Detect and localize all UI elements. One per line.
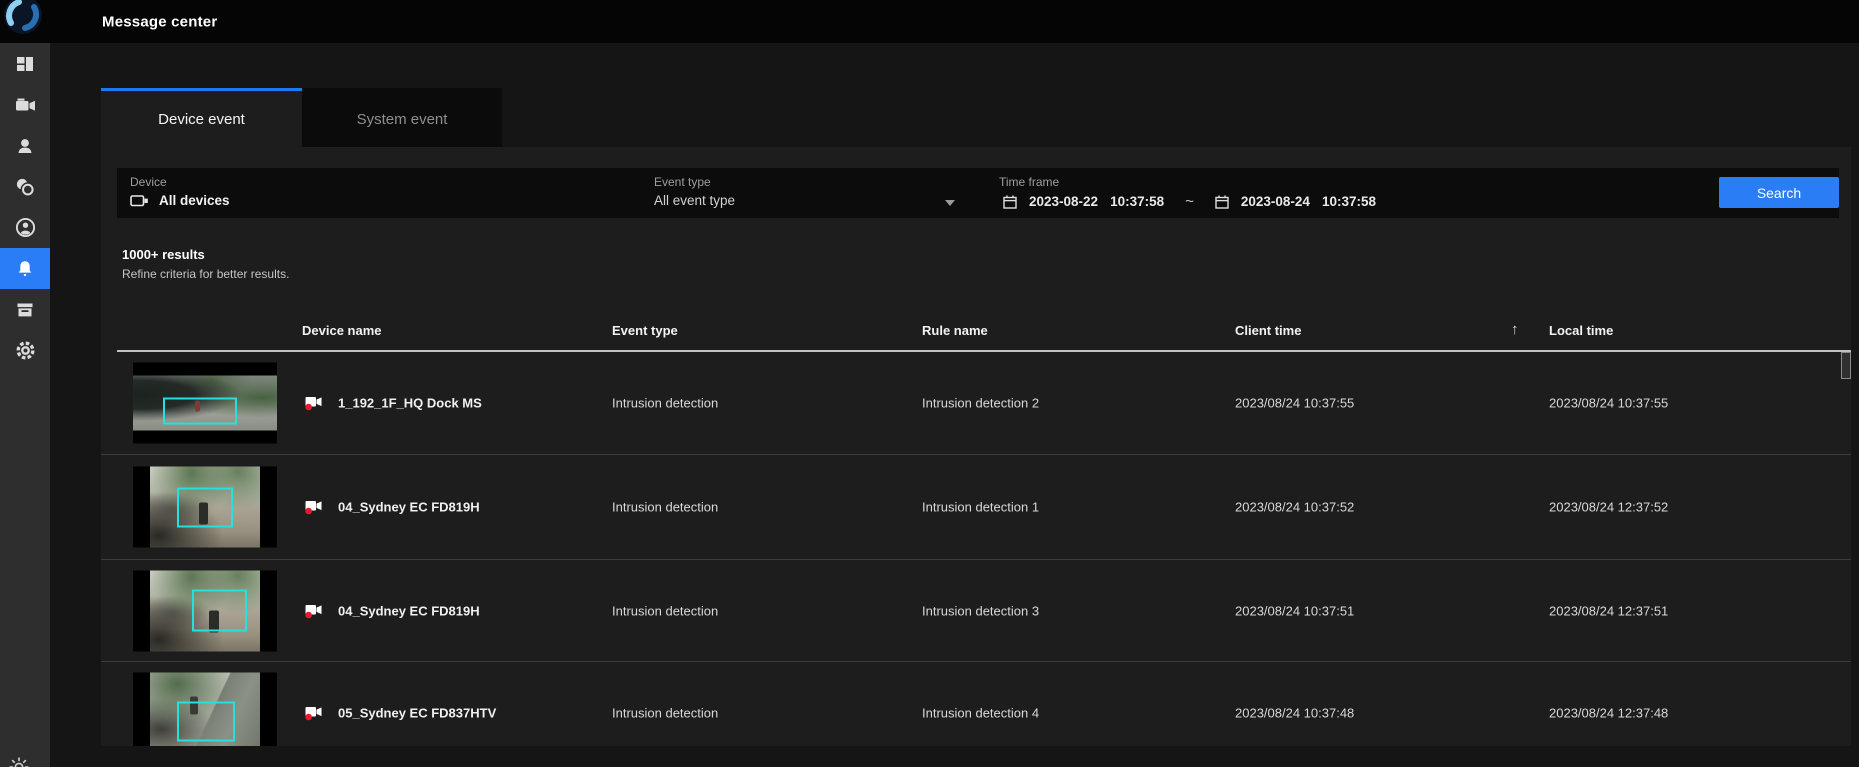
sidebar-nav: [0, 43, 50, 767]
event-type-cell: Intrusion detection: [612, 603, 718, 618]
local-time-cell: 2023/08/24 10:37:55: [1549, 396, 1668, 411]
client-time-cell: 2023/08/24 10:37:51: [1235, 603, 1354, 618]
results-summary: 1000+ results Refine criteria for better…: [122, 247, 289, 281]
device-name-cell: 1_192_1F_HQ Dock MS: [338, 396, 482, 411]
tab-system-event[interactable]: System event: [302, 88, 502, 147]
event-type-cell: Intrusion detection: [612, 396, 718, 411]
event-thumbnail[interactable]: [133, 467, 277, 548]
table-row[interactable]: 04_Sydney EC FD819H Intrusion detection …: [101, 454, 1851, 559]
start-time-value[interactable]: 10:37:58: [1110, 194, 1164, 209]
rule-name-cell: Intrusion detection 1: [922, 500, 1039, 515]
device-filter-field[interactable]: All devices: [130, 193, 230, 208]
event-type-cell: Intrusion detection: [612, 706, 718, 721]
sidebar-item-roles[interactable]: [0, 166, 50, 207]
column-header-client-time[interactable]: Client time: [1235, 323, 1301, 338]
recording-camera-icon: [305, 395, 323, 411]
scrollbar-thumb[interactable]: [1841, 352, 1851, 379]
rule-name-cell: Intrusion detection 3: [922, 603, 1039, 618]
device-name-cell: 04_Sydney EC FD819H: [338, 603, 480, 618]
device-filter-label: Device: [130, 175, 167, 189]
filter-bar: Device All devices Event type All event …: [117, 168, 1839, 218]
event-thumbnail[interactable]: [133, 570, 277, 651]
identity-icon: [15, 217, 36, 238]
event-thumbnail[interactable]: [133, 363, 277, 444]
tab-device-event[interactable]: Device event: [101, 88, 302, 147]
top-bar: Message center: [0, 0, 1859, 43]
sidebar-item-settings[interactable]: [0, 330, 50, 371]
calendar-start-icon[interactable]: [1003, 195, 1017, 209]
event-thumbnail[interactable]: [133, 673, 277, 747]
results-hint: Refine criteria for better results.: [122, 267, 289, 281]
local-time-cell: 2023/08/24 12:37:48: [1549, 706, 1668, 721]
theme-sun-icon[interactable]: [9, 757, 29, 767]
local-time-cell: 2023/08/24 12:37:52: [1549, 500, 1668, 515]
sidebar-item-users[interactable]: [0, 125, 50, 166]
device-filter-value: All devices: [159, 193, 230, 208]
detection-box-overlay: [177, 702, 235, 742]
event-type-filter-value: All event type: [654, 193, 735, 208]
end-time-value[interactable]: 10:37:58: [1322, 194, 1376, 209]
event-type-filter-field[interactable]: All event type: [654, 193, 735, 208]
client-time-cell: 2023/08/24 10:37:48: [1235, 706, 1354, 721]
local-time-cell: 2023/08/24 12:37:51: [1549, 603, 1668, 618]
range-separator: ~: [1185, 193, 1194, 210]
tab-system-event-label: System event: [357, 111, 448, 128]
camera-outline-icon: [130, 194, 149, 208]
settings-gear-icon: [15, 340, 36, 361]
table-row[interactable]: 05_Sydney EC FD837HTV Intrusion detectio…: [101, 661, 1851, 746]
start-date-value[interactable]: 2023-08-22: [1029, 194, 1098, 209]
column-header-device-name: Device name: [302, 323, 382, 338]
rule-name-cell: Intrusion detection 4: [922, 706, 1039, 721]
user-icon: [15, 136, 35, 156]
time-frame-field: 2023-08-22 10:37:58 ~ 2023-08-24 10:37:5…: [1003, 193, 1376, 210]
column-header-local-time: Local time: [1549, 323, 1613, 338]
device-name-cell: 05_Sydney EC FD837HTV: [338, 706, 496, 721]
search-button[interactable]: Search: [1719, 177, 1839, 208]
page-title: Message center: [102, 13, 217, 30]
app-logo-icon[interactable]: [3, 0, 43, 35]
recording-camera-icon: [305, 603, 323, 619]
rule-name-cell: Intrusion detection 2: [922, 396, 1039, 411]
dashboard-icon: [15, 54, 35, 74]
column-header-rule-name: Rule name: [922, 323, 988, 338]
tab-device-event-label: Device event: [158, 111, 245, 128]
sidebar-item-message-center[interactable]: [0, 248, 50, 289]
archive-icon: [15, 300, 35, 320]
event-type-dropdown-arrow-icon[interactable]: [945, 200, 955, 206]
client-time-cell: 2023/08/24 10:37:55: [1235, 396, 1354, 411]
roles-icon: [15, 177, 35, 197]
sidebar-item-cameras[interactable]: [0, 84, 50, 125]
recording-camera-icon: [305, 499, 323, 515]
sidebar-item-archives[interactable]: [0, 289, 50, 330]
sort-ascending-icon[interactable]: ↑: [1511, 321, 1519, 338]
video-camera-icon: [15, 95, 36, 115]
app-window: Message center: [0, 0, 1859, 767]
client-time-cell: 2023/08/24 10:37:52: [1235, 500, 1354, 515]
sidebar-item-identification[interactable]: [0, 207, 50, 248]
sidebar-item-dashboard[interactable]: [0, 43, 50, 84]
calendar-end-icon[interactable]: [1215, 195, 1229, 209]
time-frame-label: Time frame: [999, 175, 1059, 189]
table-row[interactable]: 04_Sydney EC FD819H Intrusion detection …: [101, 559, 1851, 661]
detection-box-overlay: [192, 589, 247, 631]
device-name-cell: 04_Sydney EC FD819H: [338, 500, 480, 515]
device-event-panel: Device All devices Event type All event …: [101, 147, 1851, 746]
event-type-filter-label: Event type: [654, 175, 711, 189]
notification-bell-icon: [15, 259, 35, 279]
recording-camera-icon: [305, 705, 323, 721]
detection-box-overlay: [177, 488, 233, 528]
end-date-value[interactable]: 2023-08-24: [1241, 194, 1310, 209]
detection-box-overlay: [163, 398, 237, 425]
column-header-event-type: Event type: [612, 323, 678, 338]
event-type-cell: Intrusion detection: [612, 500, 718, 515]
table-row[interactable]: 1_192_1F_HQ Dock MS Intrusion detection …: [101, 352, 1851, 454]
results-count: 1000+ results: [122, 247, 289, 262]
